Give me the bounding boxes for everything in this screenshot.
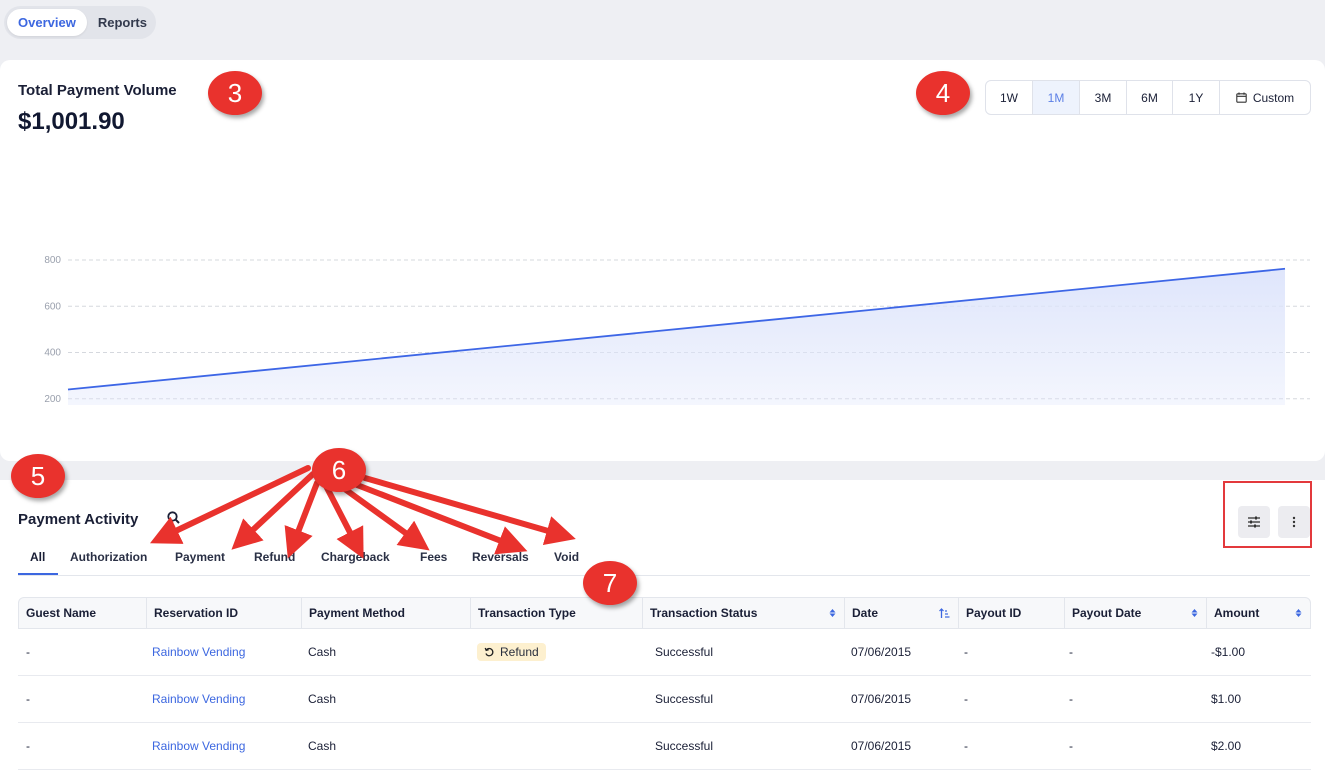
sort-icon[interactable]: [1191, 608, 1198, 618]
cell-payout-id: -: [964, 645, 968, 659]
cell-status: Successful: [655, 645, 714, 659]
more-options-button[interactable]: [1278, 506, 1310, 538]
tab-authorization[interactable]: Authorization: [70, 550, 147, 564]
cell-status: Successful: [655, 692, 714, 706]
range-1y-button[interactable]: 1Y: [1173, 81, 1220, 114]
y-tick-label: 200: [44, 394, 61, 405]
cell-payout-date: -: [1069, 739, 1073, 753]
cell-reservation-link[interactable]: Rainbow Vending: [152, 723, 245, 769]
col-guest-name[interactable]: Guest Name: [19, 598, 147, 628]
range-3m-button[interactable]: 3M: [1080, 81, 1127, 114]
y-tick-label: 800: [44, 255, 61, 266]
cell-reservation-link[interactable]: Rainbow Vending: [152, 676, 245, 722]
tab-all[interactable]: All: [30, 550, 45, 564]
area-fill: [68, 268, 1285, 405]
toolbar-highlight: [1223, 481, 1312, 548]
calendar-icon: [1236, 92, 1247, 103]
cell-payout-date: -: [1069, 692, 1073, 706]
table-header: Guest Name Reservation ID Payment Method…: [18, 597, 1311, 629]
volume-chart: 02004006008002025-022025-03: [44, 255, 1310, 405]
col-amount[interactable]: Amount: [1207, 598, 1310, 628]
range-1w-button[interactable]: 1W: [986, 81, 1033, 114]
cell-payout-date: -: [1069, 645, 1073, 659]
tab-chargeback[interactable]: Chargeback: [321, 550, 390, 564]
cell-reservation-link[interactable]: Rainbow Vending: [152, 629, 245, 675]
sort-icon[interactable]: [1295, 608, 1302, 618]
cell-guest: -: [26, 739, 30, 753]
cell-payout-id: -: [964, 692, 968, 706]
tab-void[interactable]: Void: [554, 550, 579, 564]
cell-method: Cash: [308, 739, 337, 753]
annotation-badge-5: 5: [11, 454, 65, 498]
volume-title: Total Payment Volume: [18, 82, 177, 99]
table-row[interactable]: - Rainbow Vending Cash Refund Successful…: [18, 629, 1311, 676]
filter-settings-button[interactable]: [1238, 506, 1270, 538]
cell-date: 07/06/2015: [851, 692, 912, 706]
cell-payout-id: -: [964, 739, 968, 753]
custom-label: Custom: [1252, 90, 1295, 105]
cell-date: 07/06/2015: [851, 739, 912, 753]
sliders-icon: [1248, 516, 1260, 528]
tab-reversals[interactable]: Reversals: [472, 550, 529, 564]
annotation-badge-6: 6: [312, 448, 366, 492]
tab-payment[interactable]: Payment: [175, 550, 225, 564]
range-selector: 1W 1M 3M 6M 1Y Custom: [985, 80, 1311, 115]
search-icon[interactable]: [166, 510, 182, 526]
cell-guest: -: [26, 692, 30, 706]
cell-status: Successful: [655, 739, 714, 753]
activity-tabs: All Authorization Payment Refund Chargeb…: [18, 542, 1310, 576]
tab-reports[interactable]: Reports: [87, 9, 158, 36]
range-custom-button[interactable]: Custom: [1220, 81, 1310, 114]
payment-activity-section: Payment Activity All Authorization Payme…: [0, 480, 1325, 776]
table-row[interactable]: - Rainbow Vending Cash Successful 07/06/…: [18, 723, 1311, 770]
cell-date: 07/06/2015: [851, 645, 912, 659]
cell-amount: $1.00: [1211, 692, 1242, 706]
range-1m-button[interactable]: 1M: [1033, 81, 1080, 114]
annotation-badge-7: 7: [583, 561, 637, 605]
tab-fees[interactable]: Fees: [420, 550, 447, 564]
payment-volume-card: Total Payment Volume $1,001.90 1W 1M 3M …: [0, 60, 1325, 461]
y-tick-label: 600: [44, 301, 61, 312]
cell-method: Cash: [308, 692, 337, 706]
view-tabs: Overview Reports: [4, 6, 156, 39]
annotation-badge-3: 3: [208, 71, 262, 115]
table-row[interactable]: - Rainbow Vending Cash Successful 07/06/…: [18, 676, 1311, 723]
active-tab-underline: [18, 573, 58, 575]
cell-guest: -: [26, 645, 30, 659]
cell-method: Cash: [308, 645, 337, 659]
undo-icon: [484, 647, 494, 656]
col-reservation-id[interactable]: Reservation ID: [147, 598, 302, 628]
refund-badge: Refund: [477, 643, 546, 661]
tab-refund[interactable]: Refund: [254, 550, 295, 564]
more-vertical-icon: [1292, 516, 1296, 528]
cell-type: Refund: [477, 629, 546, 675]
sort-icon[interactable]: [829, 608, 836, 618]
col-transaction-status[interactable]: Transaction Status: [643, 598, 845, 628]
col-payout-date[interactable]: Payout Date: [1065, 598, 1207, 628]
cell-amount: -$1.00: [1211, 645, 1246, 659]
volume-amount: $1,001.90: [18, 108, 125, 135]
col-date[interactable]: Date: [845, 598, 959, 628]
range-6m-button[interactable]: 6M: [1127, 81, 1173, 114]
tab-overview[interactable]: Overview: [7, 9, 87, 36]
y-tick-label: 400: [44, 348, 61, 359]
annotation-badge-4: 4: [916, 71, 970, 115]
cell-amount: $2.00: [1211, 739, 1242, 753]
col-payment-method[interactable]: Payment Method: [302, 598, 471, 628]
col-payout-id[interactable]: Payout ID: [959, 598, 1065, 628]
sort-ascending-icon[interactable]: [939, 608, 950, 619]
activity-title: Payment Activity: [18, 511, 139, 528]
